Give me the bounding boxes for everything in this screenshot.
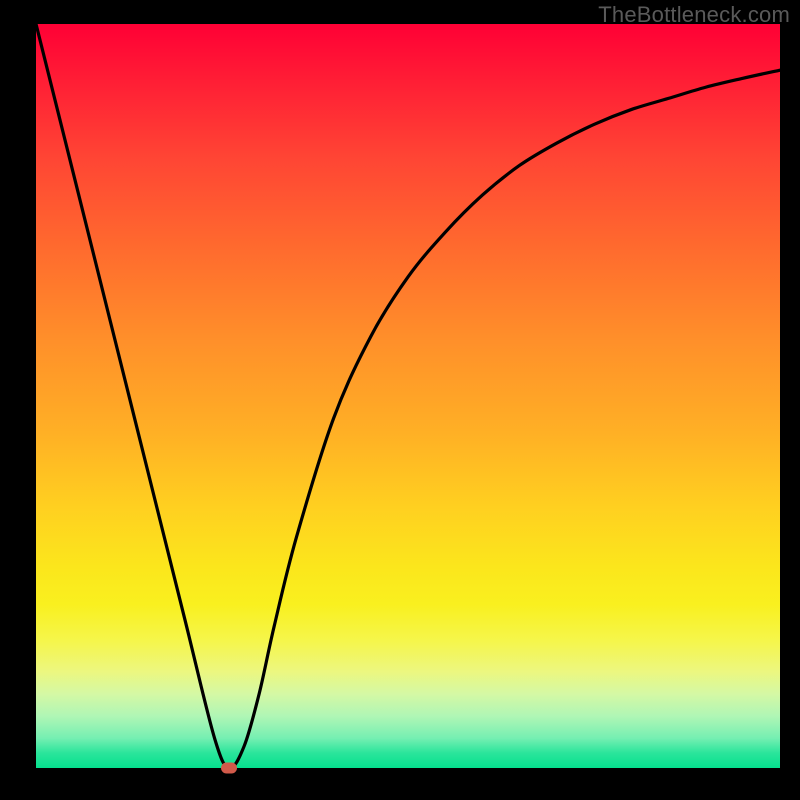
chart-container: TheBottleneck.com [0, 0, 800, 800]
minimum-marker [221, 763, 237, 774]
plot-area [36, 24, 780, 768]
bottleneck-curve [36, 24, 780, 768]
watermark-text: TheBottleneck.com [598, 2, 790, 28]
